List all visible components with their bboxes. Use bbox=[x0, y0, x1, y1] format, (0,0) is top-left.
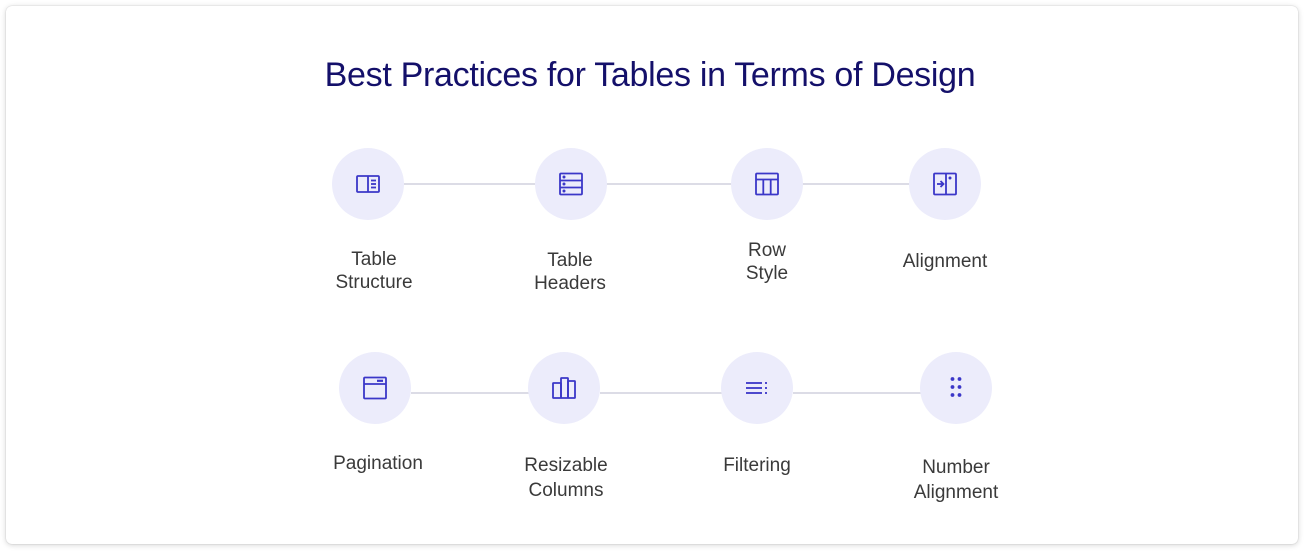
label-table-structure: Table Structure bbox=[335, 249, 413, 293]
node-filtering bbox=[721, 352, 793, 424]
connector bbox=[606, 183, 731, 185]
node-row-style bbox=[731, 148, 803, 220]
label-resizable-columns: Resizable Columns bbox=[524, 455, 608, 501]
node-resizable-columns bbox=[528, 352, 600, 424]
connector bbox=[802, 183, 909, 185]
filter-list-icon bbox=[746, 382, 767, 394]
connector bbox=[411, 392, 529, 394]
node-number-alignment bbox=[920, 352, 992, 424]
dots-grid-icon bbox=[950, 377, 962, 397]
node-table-structure bbox=[332, 148, 404, 220]
server-list-icon bbox=[559, 172, 583, 196]
connector bbox=[793, 392, 921, 394]
window-icon bbox=[363, 376, 387, 400]
node-pagination bbox=[339, 352, 411, 424]
label-filtering: Filtering bbox=[723, 455, 791, 476]
connector bbox=[404, 183, 535, 185]
node-table-headers bbox=[535, 148, 607, 220]
columns-icon bbox=[552, 377, 576, 399]
label-number-alignment: Number Alignment bbox=[913, 457, 999, 503]
label-table-headers: Table Headers bbox=[534, 250, 606, 294]
label-row-style: Row Style bbox=[745, 240, 789, 284]
connector bbox=[600, 392, 722, 394]
align-right-panel-icon bbox=[933, 172, 957, 196]
node-alignment bbox=[909, 148, 981, 220]
layout-sidebar-icon bbox=[356, 175, 380, 193]
table-grid-icon bbox=[755, 172, 779, 196]
page-title: Best Practices for Tables in Terms of De… bbox=[324, 56, 976, 94]
label-pagination: Pagination bbox=[333, 453, 423, 474]
label-alignment: Alignment bbox=[902, 251, 988, 272]
